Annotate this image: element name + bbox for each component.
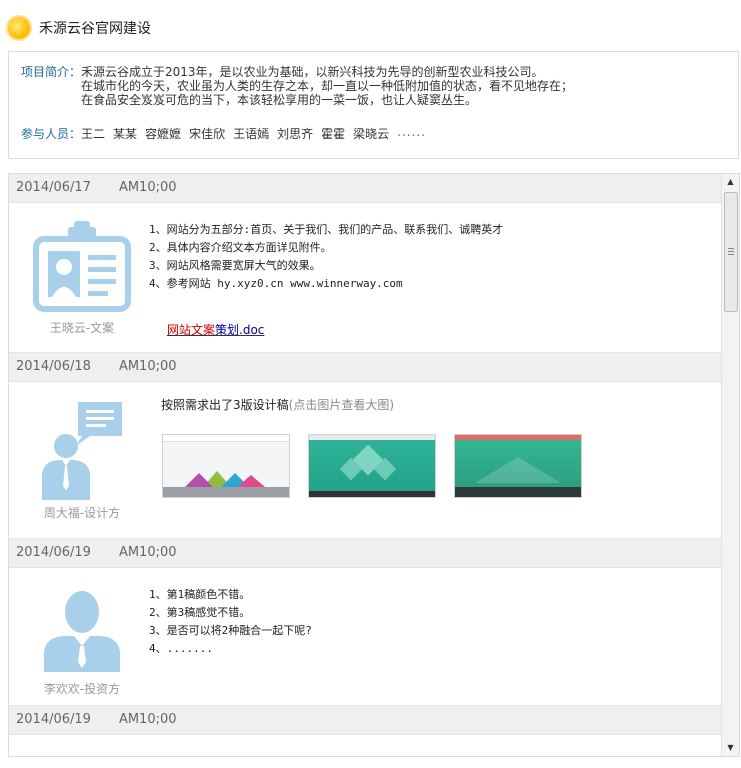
scrollbar-thumb[interactable]: [724, 192, 738, 312]
post-entry: 周大福-设计方 按照需求出了3版设计稿(点击图片查看大图): [9, 382, 723, 539]
post-date: 2014/06/19: [16, 712, 91, 727]
post-line: 3、网站风格需要宽屏大气的效果。: [149, 259, 321, 272]
post-date-bar: 2014/06/19 AM10;00: [9, 539, 723, 568]
post-entry: 李欢欢-投资方 1、第1稿颜色不错。 2、第3稿感觉不错。 3、是否可以将2种融…: [9, 568, 723, 706]
author-avatar: 王晓云-文案: [27, 221, 137, 336]
post-line: 2、第3稿感觉不错。: [149, 606, 251, 619]
project-info-panel: 项目简介： 禾源云谷成立于2013年，是以农业为基础，以新兴科技为先导的创新型农…: [8, 51, 739, 159]
intro-line: 在食品安全岌岌可危的当下，本该轻松享用的一菜一饭，也让人疑窦丛生。: [81, 93, 478, 107]
design-thumbnails: [162, 434, 600, 498]
author-avatar: 周大福-设计方: [27, 400, 137, 521]
author-avatar: 李欢欢-投资方: [27, 590, 137, 697]
post-hint: (点击图片查看大图): [288, 398, 395, 412]
post-line: 1、第1稿颜色不错。: [149, 588, 251, 601]
sun-icon: [8, 17, 30, 39]
intro-line: 在城市化的今天，农业虽为人类的生存之本，却一直以一种低附加值的状态，看不见地存在…: [81, 79, 574, 93]
post-line: 2、具体内容介绍文本方面详见附件。: [149, 241, 332, 254]
post-date: 2014/06/18: [16, 359, 91, 374]
member-name: 某某: [113, 127, 138, 141]
post-date-bar: 2014/06/19 AM10;00: [9, 706, 723, 735]
attachment-name-part[interactable]: 网站文案: [167, 323, 215, 337]
post-time: AM10;00: [118, 180, 177, 195]
post-date: 2014/06/19: [16, 545, 91, 560]
design-thumbnail[interactable]: [308, 434, 436, 498]
scroll-up-arrow-icon[interactable]: ▲: [722, 174, 739, 190]
project-members: 参与人员： 王二 某某 容嬷嬷 宋佳欣 王语嫣 刘思齐 霍霍 梁晓云 .....…: [21, 125, 434, 142]
design-thumbnail[interactable]: [162, 434, 290, 498]
design-thumbnail[interactable]: [454, 434, 582, 498]
author-name: 周大福-设计方: [43, 506, 121, 520]
post-date-bar: 2014/06/18 AM10;00: [9, 353, 723, 382]
post-text: 按照需求出了3版设计稿: [161, 398, 289, 412]
vertical-scrollbar[interactable]: ▲ ▼: [721, 174, 739, 756]
post-time: AM10;00: [118, 712, 177, 727]
presenter-icon: [42, 402, 122, 500]
post-line: 4、参考网站 hy.xyz0.cn www.winnerway.com: [149, 277, 403, 290]
investor-icon: [44, 591, 120, 672]
post-content: 1、网站分为五部分:首页、关于我们、我们的产品、联系我们、诚聘英才 2、具体内容…: [149, 221, 503, 293]
member-name: 霍霍: [321, 127, 346, 141]
member-name: 梁晓云: [353, 127, 390, 141]
post-line: 4、.......: [149, 642, 213, 655]
page-header: 禾源云谷官网建设: [8, 14, 151, 42]
post-entry: 王晓云-文案 1、网站分为五部分:首页、关于我们、我们的产品、联系我们、诚聘英才…: [9, 203, 723, 353]
member-name: 王二: [81, 127, 106, 141]
post-line: 3、是否可以将2种融合一起下呢?: [149, 624, 312, 637]
author-name: 李欢欢-投资方: [43, 682, 121, 696]
author-name: 王晓云-文案: [49, 321, 115, 335]
intro-line: 禾源云谷成立于2013年，是以农业为基础，以新兴科技为先导的创新型农业科技公司。: [81, 65, 544, 79]
discussion-feed[interactable]: 2014/06/17 AM10;00 王晓云-文案 1、网站分为五部分:首页、关…: [8, 173, 740, 757]
post-time: AM10;00: [118, 359, 177, 374]
attachment-name-part[interactable]: 策划.doc: [215, 323, 264, 337]
intro-label: 项目简介：: [21, 65, 82, 79]
member-name: 宋佳欣: [189, 127, 226, 141]
project-intro: 项目简介： 禾源云谷成立于2013年，是以农业为基础，以新兴科技为先导的创新型农…: [21, 65, 573, 107]
post-content: 1、第1稿颜色不错。 2、第3稿感觉不错。 3、是否可以将2种融合一起下呢? 4…: [149, 586, 312, 658]
member-name: 刘思齐: [277, 127, 314, 141]
member-more: ......: [397, 125, 427, 139]
scroll-down-arrow-icon[interactable]: ▼: [722, 740, 739, 756]
post-content: 按照需求出了3版设计稿(点击图片查看大图): [161, 396, 394, 414]
attachment-link[interactable]: 网站文案策划.doc: [167, 321, 264, 338]
post-date: 2014/06/17: [16, 180, 91, 195]
post-date-bar: 2014/06/17 AM10;00: [9, 174, 723, 203]
grip-icon: [728, 248, 734, 249]
page-title: 禾源云谷官网建设: [39, 21, 151, 37]
members-label: 参与人员：: [21, 127, 82, 141]
post-line: 1、网站分为五部分:首页、关于我们、我们的产品、联系我们、诚聘英才: [149, 223, 504, 236]
id-badge-icon: [33, 221, 131, 312]
member-name: 王语嫣: [233, 127, 270, 141]
member-name: 容嬷嬷: [145, 127, 182, 141]
post-time: AM10;00: [118, 545, 177, 560]
